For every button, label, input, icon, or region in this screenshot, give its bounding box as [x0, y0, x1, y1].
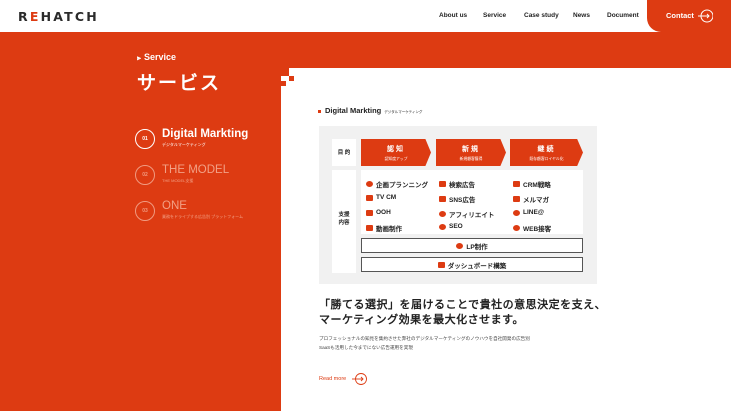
- support-label: 支援 内容: [338, 212, 350, 226]
- arrow-right-circle-icon: [698, 9, 713, 23]
- left-panel: [0, 68, 281, 411]
- dashboard-icon: [437, 261, 445, 268]
- page-title: サービス: [137, 73, 222, 94]
- content-heading: Digital Markting デジタルマーケティング: [318, 106, 422, 115]
- affiliate-icon: [439, 211, 446, 217]
- menu-title: Digital Markting: [162, 128, 249, 140]
- menu-number: 03: [135, 201, 155, 221]
- service-item: CRM戦略: [513, 179, 551, 189]
- billboard-icon: [366, 209, 373, 216]
- menu-title: ONE: [162, 200, 187, 212]
- service-item: 検索広告: [439, 179, 475, 189]
- nav-news[interactable]: News: [573, 12, 590, 19]
- lp-production-box: LP制作: [361, 238, 583, 253]
- lp-icon: [456, 242, 464, 249]
- menu-subtitle: 業務をドライブする広告別 プラットフォーム: [162, 214, 243, 219]
- menu-number: 02: [135, 165, 155, 185]
- deco-square: [281, 81, 286, 86]
- nav-case-study[interactable]: Case study: [524, 12, 559, 19]
- arrow-right-circle-icon: [352, 373, 368, 385]
- service-item: メルマガ: [513, 194, 549, 204]
- read-more-label: Read more: [319, 376, 347, 382]
- stage-retention: 継続 既存顧客ロイヤル化: [510, 139, 583, 166]
- service-item: SEO: [439, 223, 463, 230]
- nav-service[interactable]: Service: [483, 12, 506, 19]
- smartphone-icon: [439, 196, 446, 202]
- stage-awareness: 認知 認知度アップ: [361, 139, 431, 166]
- nav-about-us[interactable]: About us: [439, 12, 467, 19]
- menu-number: 01: [135, 129, 155, 149]
- service-item: SNS広告: [439, 194, 475, 204]
- service-item: TV CM: [366, 194, 396, 201]
- mail-icon: [513, 196, 520, 202]
- service-item: 動画制作: [366, 223, 402, 233]
- deco-square: [281, 68, 289, 76]
- lightbulb-icon: [366, 181, 373, 187]
- bullet-icon: [318, 109, 321, 113]
- menu-title: THE MODEL: [162, 164, 230, 176]
- deco-square: [289, 76, 294, 81]
- search-icon: [439, 223, 446, 230]
- tv-icon: [366, 194, 373, 201]
- logo[interactable]: REHATCH: [18, 9, 99, 24]
- contact-button[interactable]: Contact: [647, 0, 731, 32]
- site-header: REHATCH About us Service Case study News…: [0, 0, 731, 32]
- dashboard-box: ダッシュボード構築: [361, 257, 583, 272]
- menu-subtitle: デジタルマーケティング: [162, 142, 206, 147]
- section-label: ⫸ Service: [137, 52, 176, 62]
- person-icon: [513, 225, 520, 231]
- hero-band: [0, 32, 731, 68]
- description: プロフェッショナルの知見を集約させた弊社のデジタルマーケティングのノウハウを自社…: [319, 336, 530, 350]
- monitor-icon: [439, 181, 446, 187]
- chevron-right-icon: ⫸: [137, 55, 141, 62]
- read-more-link[interactable]: Read more: [319, 372, 368, 386]
- menu-subtitle: THE MODEL支援: [162, 178, 194, 183]
- lead-text: 「勝てる選択」を届けることで貴社の意思決定を支え、 マーケティング効果を最大化さ…: [319, 299, 607, 326]
- purpose-label: 目 的: [337, 150, 351, 156]
- video-icon: [366, 225, 373, 231]
- service-item: LINE@: [513, 209, 544, 216]
- service-item: 企画プランニング: [366, 179, 428, 189]
- line-icon: [513, 209, 520, 216]
- nav-document[interactable]: Document: [607, 12, 639, 19]
- service-item: WEB接客: [513, 223, 551, 233]
- service-item: アフィリエイト: [439, 209, 494, 219]
- crm-icon: [513, 181, 520, 187]
- stage-acquisition: 新規 新規顧客獲得: [436, 139, 506, 166]
- contact-label: Contact: [666, 11, 694, 20]
- service-item: OOH: [366, 209, 391, 216]
